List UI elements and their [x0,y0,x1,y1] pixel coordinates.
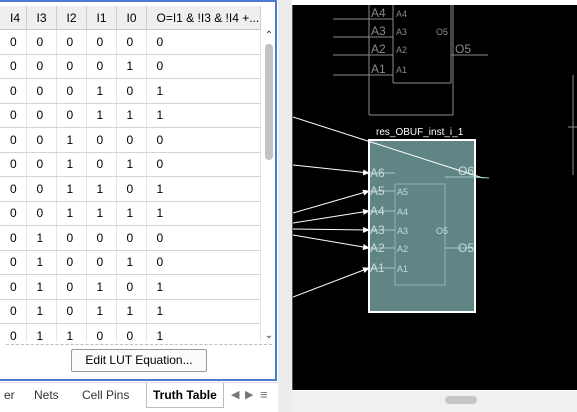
top-lut-cell[interactable] [333,5,488,116]
tab-menu-icon[interactable]: ≡ [260,383,268,407]
selected-cell-inner-pin: A2 [397,244,408,254]
selected-cell-inner-output: O5 [436,226,448,236]
selected-cell-pin-a3: A3 [370,223,385,237]
schematic-horizontal-scrollbar[interactable] [292,391,577,412]
top-cell-pin-label: A3 [371,24,386,38]
tab-partial[interactable]: er [4,383,15,407]
offscreen-cell-fragment [568,75,577,175]
selected-cell-pin-a4: A4 [370,204,385,218]
top-cell-inner-pin-label: A4 [396,9,407,19]
scrollbar-thumb[interactable] [445,396,477,404]
top-cell-inner-pin-label: A1 [396,65,407,75]
tab-truth-table[interactable]: Truth Table [146,383,224,408]
top-cell-pin-label: A2 [371,42,386,56]
selected-cell-inner-pin: A5 [397,187,408,197]
properties-tab-bar: er Nets Cell Pins Truth Table ◀ ▶ ≡ [0,382,278,409]
top-cell-pin-label: A4 [371,6,386,20]
input-nets[interactable] [293,164,370,298]
top-cell-inner-output-label: O5 [436,27,448,37]
selected-cell-inner-pin: A4 [397,207,408,217]
selected-cell-inner-pin: A1 [397,264,408,274]
tab-cell-pins[interactable]: Cell Pins [82,383,129,407]
selected-cell-pin-a6: A6 [370,166,385,180]
selected-cell-pin-a1: A1 [370,261,385,275]
tab-scroll-right-icon[interactable]: ▶ [245,383,253,407]
selected-cell-inner-pin: A3 [397,226,408,236]
panel-splitter[interactable] [278,0,292,412]
top-cell-inner-pin-label: A3 [396,27,407,37]
selected-cell-pin-a2: A2 [370,241,385,255]
top-cell-output-label: O5 [455,42,471,56]
top-cell-pin-label: A1 [371,62,386,76]
top-cell-inner-pin-label: A2 [396,45,407,55]
schematic-view[interactable]: A4 A3 A2 A1 O5 A4 A3 A2 A1 O5 res_OBUF_i… [292,5,577,390]
tab-scroll-left-icon[interactable]: ◀ [231,383,239,407]
schematic-canvas: A4 A3 A2 A1 O5 A4 A3 A2 A1 O5 res_OBUF_i… [293,5,577,313]
panel-focus-border [0,0,277,381]
selected-cell-output-o5: O5 [458,241,474,255]
selected-cell-pin-a5: A5 [370,184,385,198]
cell-properties-panel: I4 I3 I2 I1 I0 O=I1 & !I3 & !I4 +... 000… [0,0,278,412]
selected-cell-name: res_OBUF_inst_i_1 [376,127,464,138]
tab-nets[interactable]: Nets [34,383,59,407]
